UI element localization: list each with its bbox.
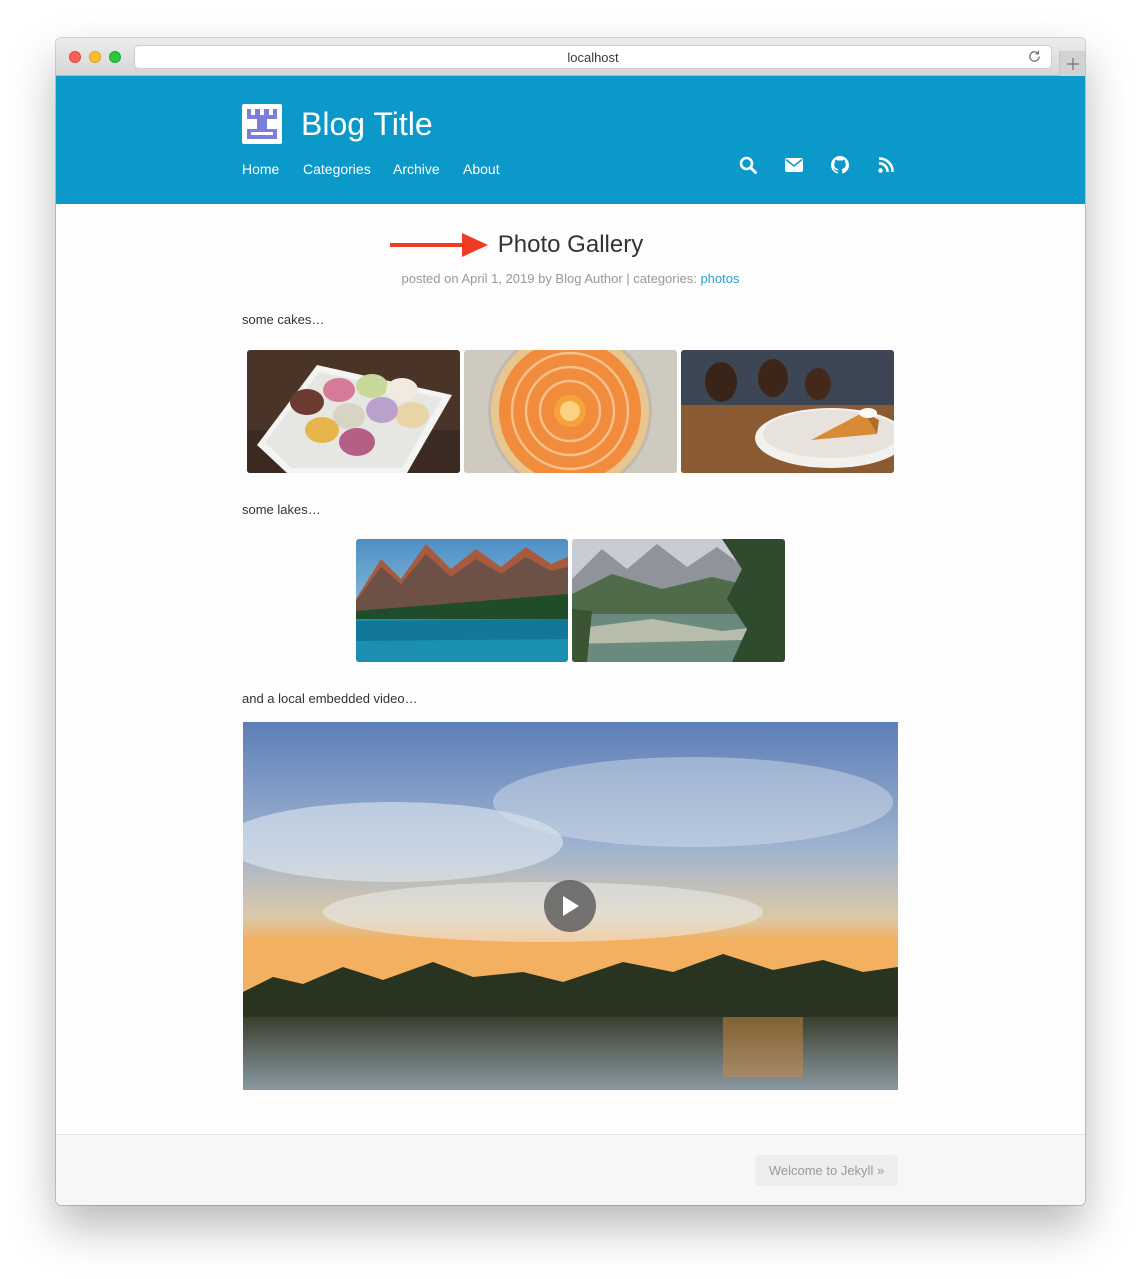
minimize-window-button[interactable] <box>89 51 101 63</box>
nav-home[interactable]: Home <box>242 160 279 178</box>
paragraph-cakes: some cakes… <box>242 312 325 327</box>
close-window-button[interactable] <box>69 51 81 63</box>
blog-title[interactable]: Blog Title <box>301 104 433 144</box>
mountain-lake-photo[interactable] <box>356 539 568 662</box>
site-logo[interactable] <box>242 104 282 144</box>
mail-icon[interactable] <box>783 154 805 176</box>
rss-icon[interactable] <box>875 154 897 176</box>
video-player[interactable] <box>243 722 898 1090</box>
paragraph-video: and a local embedded video… <box>242 691 418 706</box>
site-header: Blog Title Home Categories Archive About <box>56 76 1085 204</box>
post-meta-text: posted on April 1, 2019 by Blog Author |… <box>401 271 701 286</box>
macarons-photo[interactable] <box>247 350 460 473</box>
next-post-button[interactable]: Welcome to Jekyll » <box>755 1155 898 1186</box>
play-button[interactable] <box>544 880 596 932</box>
play-icon <box>563 896 579 916</box>
zoom-window-button[interactable] <box>109 51 121 63</box>
post-footer: Welcome to Jekyll » <box>56 1134 1085 1205</box>
alpine-lake-photo[interactable] <box>572 539 785 662</box>
address-bar[interactable]: localhost <box>134 45 1052 69</box>
category-link[interactable]: photos <box>700 271 739 286</box>
browser-titlebar: localhost <box>56 38 1085 77</box>
nav-about[interactable]: About <box>463 160 500 178</box>
plus-icon <box>1066 58 1079 70</box>
github-icon[interactable] <box>829 154 851 176</box>
nav-archive[interactable]: Archive <box>393 160 440 178</box>
pumpkin-pie-photo[interactable] <box>681 350 894 473</box>
orange-tart-photo[interactable] <box>464 350 677 473</box>
nav-categories[interactable]: Categories <box>303 160 371 178</box>
new-tab-button[interactable] <box>1059 51 1085 77</box>
search-icon[interactable] <box>737 154 759 176</box>
browser-window: localhost Blog Title Home Categories Arc… <box>56 38 1085 1205</box>
post-title: Photo Gallery <box>497 231 644 258</box>
address-bar-url: localhost <box>567 49 619 65</box>
reload-icon[interactable] <box>1027 49 1042 67</box>
post-meta: posted on April 1, 2019 by Blog Author |… <box>56 271 1085 287</box>
paragraph-lakes: some lakes… <box>242 502 321 517</box>
